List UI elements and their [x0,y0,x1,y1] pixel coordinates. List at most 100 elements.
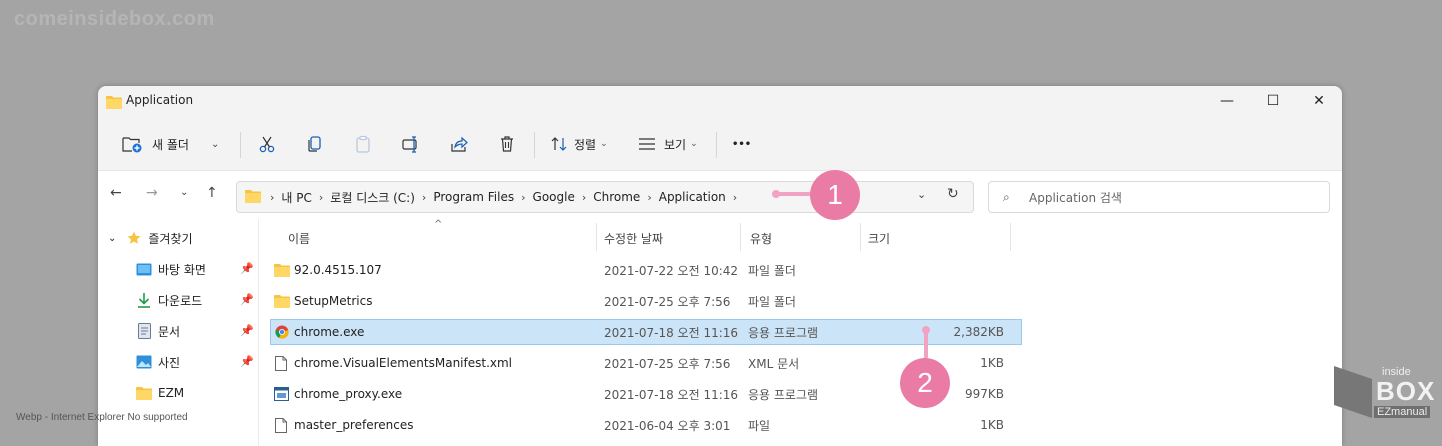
up-arrow-icon[interactable]: ↑ [206,185,218,201]
sort-label: 정렬 [574,137,597,152]
share-button[interactable] [450,130,468,158]
sidebar-item-label: 즐겨찾기 [148,231,193,246]
sort-button[interactable]: 정렬 ⌄ [550,130,608,158]
address-bar[interactable]: › 내 PC › 로컬 디스크 (C:) › Program Files › G… [236,181,974,213]
sidebar-item-desktop[interactable]: 바탕 화면 [136,258,206,280]
file-list: ^ 이름 수정한 날짜 유형 크기 92.0.4515.107 2021-07-… [270,219,1130,446]
cut-button[interactable] [258,130,276,158]
column-divider[interactable] [740,223,741,251]
close-button[interactable]: ✕ [1296,90,1342,112]
file-size [870,288,1004,314]
view-label: 보기 [664,137,687,152]
sidebar-item-label: EZM [158,386,185,400]
chevron-down-icon[interactable]: ⌄ [108,233,116,244]
breadcrumb-item-program-files[interactable]: Program Files [433,190,514,204]
file-date: 2021-06-04 오후 3:01 [604,418,731,433]
table-row-selected[interactable]: chrome.exe 2021-07-18 오전 11:16 응용 프로그램 2… [270,319,1022,345]
chevron-down-icon[interactable]: ⌄ [211,139,219,150]
sort-icon [550,136,568,152]
forward-arrow-icon[interactable]: → [146,185,158,201]
chevron-right-icon[interactable]: › [647,191,651,204]
pin-icon[interactable]: 📌 [240,262,254,275]
breadcrumb: › 내 PC › 로컬 디스크 (C:) › Program Files › G… [245,182,744,212]
file-type: 응용 프로그램 [748,387,819,402]
file-size [870,257,1004,283]
logo-shape [1334,366,1372,418]
command-bar: 새 폴더 ⌄ 정렬 ⌄ 보기 ⌄ ••• [98,124,1342,164]
folder-icon [274,288,290,314]
file-date: 2021-07-25 오후 7:56 [604,294,731,309]
paste-button[interactable] [354,130,372,158]
chevron-right-icon[interactable]: › [582,191,586,204]
clipboard-icon [354,135,372,153]
column-header-size[interactable]: 크기 [868,223,890,253]
column-divider[interactable] [860,223,861,251]
address-history-chevron-icon[interactable]: ⌄ [917,188,926,201]
chevron-right-icon[interactable]: › [521,191,525,204]
sidebar-item-ezm[interactable]: EZM [136,382,184,404]
chevron-down-icon: ⌄ [600,139,608,149]
file-date: 2021-07-18 오전 11:16 [604,325,739,340]
sidebar-item-downloads[interactable]: 다운로드 [136,289,202,311]
logo-line-2: BOX [1376,376,1436,406]
logo-line-3: EZmanual [1374,406,1431,418]
file-type: 파일 폴더 [748,263,796,278]
file-date: 2021-07-18 오전 11:16 [604,387,739,402]
chevron-right-icon[interactable]: › [422,191,426,204]
refresh-icon[interactable]: ↻ [947,186,959,202]
pin-icon[interactable]: 📌 [240,293,254,306]
file-date: 2021-07-22 오전 10:42 [604,263,739,278]
column-divider[interactable] [596,223,597,251]
rename-button[interactable] [402,130,420,158]
breadcrumb-item-application[interactable]: Application [659,190,726,204]
sidebar-item-pictures[interactable]: 사진 [136,351,180,373]
file-icon [275,350,287,376]
new-folder-button[interactable]: 새 폴더 ⌄ [122,130,219,158]
navigation-bar: ← → ⌄ ↑ › 내 PC › 로컬 디스크 (C:) › Program F… [98,170,1342,219]
breadcrumb-item-chrome[interactable]: Chrome [593,190,640,204]
search-box[interactable]: ⌕ Application 검색 [988,181,1330,213]
sidebar-item-favorites[interactable]: ⌄ 즐겨찾기 [108,227,193,249]
back-arrow-icon[interactable]: ← [110,185,122,201]
file-type: XML 문서 [748,356,800,371]
chevron-right-icon[interactable]: › [733,191,737,204]
scissors-icon [258,135,276,153]
file-size: 2,382KB [953,325,1004,339]
file-name: SetupMetrics [294,294,373,308]
more-options-button[interactable]: ••• [732,130,751,158]
search-icon: ⌕ [1003,190,1010,204]
browser-support-note: Webp - Internet Explorer No supported [16,412,188,423]
minimize-button[interactable]: — [1204,90,1250,112]
breadcrumb-item-google[interactable]: Google [533,190,575,204]
file-type: 응용 프로그램 [748,325,819,340]
column-header-type[interactable]: 유형 [750,223,772,253]
column-header-date[interactable]: 수정한 날짜 [604,223,663,253]
file-name: chrome_proxy.exe [294,387,403,401]
sidebar-item-label: 문서 [158,324,181,339]
pin-icon[interactable]: 📌 [240,324,254,337]
column-header-name[interactable]: 이름 [288,223,310,253]
chevron-right-icon[interactable]: › [270,191,274,204]
table-row[interactable]: 92.0.4515.107 2021-07-22 오전 10:42 파일 폴더 [270,257,1022,283]
copy-button[interactable] [306,130,324,158]
delete-button[interactable] [498,130,516,158]
sidebar-item-documents[interactable]: 문서 [136,320,180,342]
sidebar-item-label: 바탕 화면 [158,262,206,277]
table-row[interactable]: SetupMetrics 2021-07-25 오후 7:56 파일 폴더 [270,288,1022,314]
file-name: master_preferences [294,418,414,432]
breadcrumb-item-local-disk[interactable]: 로컬 디스크 (C:) [330,189,415,206]
window-title: Application [126,93,194,107]
table-row[interactable]: master_preferences 2021-06-04 오후 3:01 파일… [270,412,1022,438]
site-watermark: comeinsidebox.com [14,8,215,30]
trash-icon [498,135,516,153]
column-divider[interactable] [1010,223,1011,251]
view-button[interactable]: 보기 ⌄ [638,130,698,158]
file-type: 파일 폴더 [748,294,796,309]
chevron-right-icon[interactable]: › [319,191,323,204]
breadcrumb-item-this-pc[interactable]: 내 PC [281,189,311,206]
share-icon [450,135,468,153]
toolbar-divider [534,132,535,158]
maximize-button[interactable]: ☐ [1250,90,1296,112]
pin-icon[interactable]: 📌 [240,355,254,368]
recent-locations-chevron-icon[interactable]: ⌄ [180,187,188,198]
